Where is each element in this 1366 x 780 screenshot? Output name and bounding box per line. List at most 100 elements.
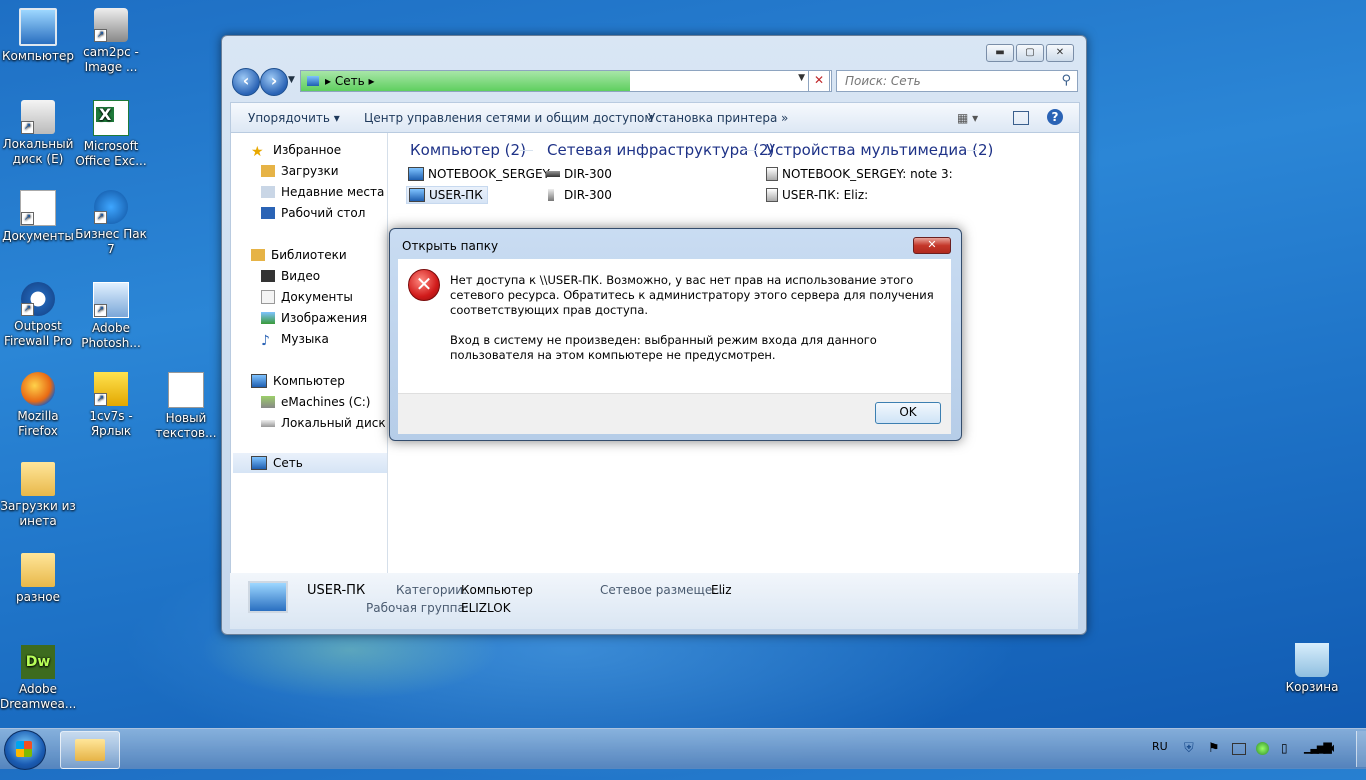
drive-icon bbox=[261, 419, 275, 427]
start-button[interactable] bbox=[4, 730, 46, 770]
recent-pages-chevron-icon[interactable]: ▼ bbox=[288, 75, 295, 85]
libraries-icon bbox=[251, 249, 265, 261]
explorer-folder-icon bbox=[75, 739, 105, 761]
desktop-icon-computer[interactable]: Компьютер bbox=[0, 8, 76, 64]
computer-icon bbox=[409, 188, 425, 202]
desktop-icon-excel[interactable]: Microsoft Office Exc... bbox=[73, 100, 149, 169]
desktop-icon-business-pack[interactable]: ↗ Бизнес Пак 7 bbox=[73, 190, 149, 257]
group-divider bbox=[519, 150, 533, 151]
network-item-media-user-pc[interactable]: USER-ПК: Eliz: bbox=[766, 188, 868, 202]
computer-icon bbox=[408, 167, 424, 181]
search-placeholder: Поиск: Сеть bbox=[845, 74, 921, 88]
photoshop-icon: ↗ bbox=[93, 282, 129, 318]
forward-button[interactable]: › bbox=[260, 68, 288, 96]
recent-places-icon bbox=[261, 186, 275, 198]
system-drive-icon bbox=[261, 396, 275, 408]
desktop-icon-downloads-folder[interactable]: Загрузки из инета bbox=[0, 462, 76, 529]
close-button[interactable]: ✕ bbox=[1046, 44, 1074, 62]
status-app-icon[interactable] bbox=[1256, 742, 1269, 755]
desktop-icon-misc-folder[interactable]: разное bbox=[0, 553, 76, 605]
group-header-computer[interactable]: Компьютер (2) bbox=[410, 141, 526, 159]
taskbar: RU ⛨ ⚑ ▯ ▁▃▅▇ 🔈︎ bbox=[0, 728, 1366, 770]
network-icon bbox=[251, 456, 267, 470]
dialog-close-button[interactable]: ✕ bbox=[913, 237, 951, 254]
star-icon: ★ bbox=[251, 144, 264, 160]
nav-drive-e[interactable]: Локальный диск (E: bbox=[261, 416, 406, 430]
dialog-message-access: Нет доступа к \\USER-ПК. Возможно, у вас… bbox=[450, 273, 934, 317]
network-item-router-1[interactable]: DIR-300 bbox=[546, 167, 612, 181]
nav-music[interactable]: ♪ Музыка bbox=[261, 332, 329, 349]
nav-favorites[interactable]: ★ Избранное bbox=[251, 143, 341, 160]
details-location-value: Eliz bbox=[711, 583, 732, 597]
network-signal-icon[interactable]: ▁▃▅▇ bbox=[1304, 741, 1332, 754]
music-icon: ♪ bbox=[261, 333, 270, 349]
desktop-icon-cam2pc[interactable]: ↗ cam2pc - Image ... bbox=[73, 8, 149, 75]
details-categories-label: Категории: bbox=[396, 583, 468, 597]
desktop-icon-documents[interactable]: ↗ Документы bbox=[0, 190, 76, 244]
desktop-icon-outpost[interactable]: ↗ Outpost Firewall Pro bbox=[0, 282, 76, 349]
search-box[interactable]: Поиск: Сеть ⚲ bbox=[836, 70, 1078, 92]
nav-libraries[interactable]: Библиотеки bbox=[251, 248, 347, 262]
usb-device-icon[interactable]: ▯ bbox=[1281, 741, 1288, 755]
desktop-icon-new-text[interactable]: Новый текстов... bbox=[148, 372, 224, 441]
add-printer-button[interactable]: Установка принтера bbox=[648, 111, 777, 125]
more-commands-button[interactable]: » bbox=[781, 111, 788, 125]
ok-button[interactable]: OK bbox=[875, 402, 941, 424]
computer-icon bbox=[251, 374, 267, 388]
search-icon: ⚲ bbox=[1061, 73, 1071, 88]
group-header-multimedia[interactable]: Устройства мультимедиа (2) bbox=[766, 141, 993, 159]
router-tower-icon bbox=[548, 189, 554, 201]
desktop-icon-photoshop[interactable]: ↗ Adobe Photosh... bbox=[73, 282, 149, 351]
back-button[interactable]: ‹ bbox=[232, 68, 260, 96]
computer-icon bbox=[19, 8, 57, 46]
drive-icon: ↗ bbox=[21, 100, 55, 134]
business-pack-icon: ↗ bbox=[94, 190, 128, 224]
desktop-icon-1c[interactable]: ↗ 1cv7s - Ярлык bbox=[73, 372, 149, 439]
network-item-user-pc[interactable]: USER-ПК bbox=[406, 186, 488, 204]
group-header-infrastructure[interactable]: Сетевая инфраструктура (2) bbox=[547, 141, 774, 159]
nav-computer[interactable]: Компьютер bbox=[251, 374, 345, 388]
action-center-flag-icon[interactable]: ⚑ bbox=[1208, 741, 1220, 756]
details-location-label: Сетевое размеще... bbox=[600, 583, 724, 597]
details-workgroup-label: Рабочая группа: bbox=[366, 601, 469, 615]
minimize-button[interactable]: ▬ bbox=[986, 44, 1014, 62]
nav-downloads[interactable]: Загрузки bbox=[261, 164, 339, 178]
show-desktop-button[interactable] bbox=[1356, 731, 1366, 767]
volume-icon[interactable]: 🔈︎ bbox=[1330, 741, 1338, 756]
nav-desktop[interactable]: Рабочий стол bbox=[261, 206, 365, 220]
network-item-media-notebook[interactable]: NOTEBOOK_SERGEY: note 3: bbox=[766, 167, 953, 181]
language-indicator[interactable]: RU bbox=[1152, 740, 1168, 753]
security-shield-icon[interactable]: ⛨ bbox=[1184, 741, 1194, 756]
router-icon bbox=[546, 171, 560, 177]
display-icon[interactable] bbox=[1232, 743, 1246, 755]
downloads-folder-icon bbox=[261, 165, 275, 177]
preview-pane-icon[interactable] bbox=[1013, 111, 1029, 125]
nav-video[interactable]: Видео bbox=[261, 269, 320, 283]
firefox-icon bbox=[21, 372, 55, 406]
nav-network[interactable]: Сеть bbox=[233, 453, 387, 473]
nav-images[interactable]: Изображения bbox=[261, 311, 367, 325]
address-dropdown-icon[interactable]: ▼ bbox=[798, 73, 805, 83]
maximize-button[interactable]: ▢ bbox=[1016, 44, 1044, 62]
nav-recent[interactable]: Недавние места bbox=[261, 185, 384, 199]
stop-loading-button[interactable]: ✕ bbox=[808, 70, 830, 92]
help-icon[interactable]: ? bbox=[1047, 109, 1063, 125]
desktop-icon-dreamweaver[interactable]: Dw Adobe Dreamwea... bbox=[0, 645, 76, 712]
address-bar[interactable]: ▸ Сеть ▸ ▼ bbox=[300, 70, 832, 92]
desktop-icon-recycle-bin[interactable]: Корзина bbox=[1274, 643, 1350, 695]
organize-button[interactable]: Упорядочить ▾ bbox=[248, 111, 340, 125]
nav-drive-c[interactable]: eMachines (C:) bbox=[261, 395, 370, 409]
details-categories-value: Компьютер bbox=[461, 583, 533, 597]
network-item-notebook-sergey[interactable]: NOTEBOOK_SERGEY bbox=[408, 167, 550, 181]
network-item-router-2[interactable]: DIR-300 bbox=[548, 188, 612, 202]
address-path: Сеть bbox=[334, 74, 365, 88]
view-options-icon[interactable]: ▦ ▾ bbox=[957, 111, 978, 125]
firewall-icon: ↗ bbox=[21, 282, 55, 316]
desktop-icon-firefox[interactable]: Mozilla Firefox bbox=[0, 372, 76, 439]
taskbar-explorer-button[interactable] bbox=[60, 731, 120, 769]
network-center-button[interactable]: Центр управления сетями и общим доступом bbox=[364, 111, 653, 125]
computer-large-icon bbox=[248, 581, 288, 613]
dialog-body: ✕ Нет доступа к \\USER-ПК. Возможно, у в… bbox=[398, 259, 951, 393]
desktop-icon-drive-e[interactable]: ↗ Локальный диск (E) bbox=[0, 100, 76, 167]
nav-documents[interactable]: Документы bbox=[261, 290, 353, 304]
